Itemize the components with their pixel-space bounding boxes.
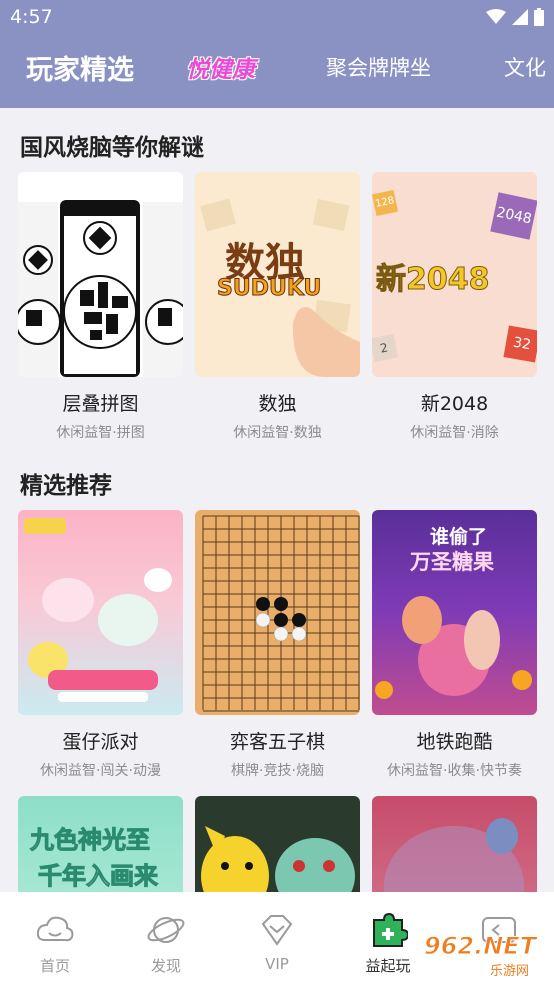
- tab-yue-health-logo[interactable]: 悦健康: [186, 50, 255, 84]
- game-thumbnail: [18, 172, 183, 377]
- app-header: 4:57 玩家精选 悦健康 聚会牌牌坐 文化: [0, 0, 554, 108]
- watermark-subtext: 乐游网: [490, 964, 530, 979]
- game-tags: 休闲益智·数独: [233, 425, 322, 441]
- status-time: 4:57: [10, 6, 53, 28]
- game-card-layer-puzzle[interactable]: 层叠拼图 休闲益智·拼图: [18, 172, 183, 442]
- watermark-text: 962.NET: [423, 932, 537, 961]
- game-tags: 休闲益智·收集·快节奏: [387, 763, 522, 779]
- nav-vip[interactable]: VIP: [222, 892, 332, 984]
- game-tags: 休闲益智·消除: [410, 425, 499, 441]
- wifi-icon: [486, 9, 506, 24]
- game-thumbnail: [18, 510, 183, 715]
- game-name: 弈客五子棋: [229, 731, 325, 753]
- game-card-subway-surfers[interactable]: 谁偷了 万圣糖果 地铁跑酷 休闲益智·收集·快节奏: [372, 510, 537, 780]
- sky-event-title-line-1: 九色神光至: [30, 826, 151, 855]
- status-bar: 4:57: [0, 0, 554, 36]
- sky-event-title-line-2: 千年入画来: [38, 862, 159, 891]
- cloud-home-icon: [36, 916, 74, 942]
- game-name: 数独: [258, 393, 297, 415]
- site-watermark: 962.NET 乐游网: [418, 930, 552, 980]
- game-name: 层叠拼图: [62, 393, 139, 415]
- battery-icon: [534, 8, 544, 26]
- tab-player-picks[interactable]: 玩家精选: [26, 48, 134, 87]
- nav-label: 首页: [39, 957, 70, 975]
- game-tags: 休闲益智·闯关·动漫: [40, 763, 161, 779]
- game-card-gomoku[interactable]: 弈客五子棋 棋牌·竞技·烧脑: [195, 510, 360, 780]
- tile-2048: 2048: [490, 192, 537, 240]
- gomoku-board: [202, 515, 360, 712]
- game-card-eggy-party[interactable]: 蛋仔派对 休闲益智·闯关·动漫: [18, 510, 183, 780]
- sudoku-logo-subtitle: SUDUKU: [216, 276, 322, 302]
- game-card-new-2048[interactable]: 128 2048 新2048 2 32 新2048 休闲益智·消除: [372, 172, 537, 442]
- tab-culture[interactable]: 文化: [504, 52, 546, 82]
- planet-icon: [147, 917, 185, 943]
- nav-label: VIP: [265, 955, 289, 973]
- tab-party-cards[interactable]: 聚会牌牌坐: [326, 52, 431, 82]
- game-thumbnail: 128 2048 新2048 2 32: [372, 172, 537, 377]
- game-card-sudoku[interactable]: 数独 SUDUKU 数独 休闲益智·数独: [195, 172, 360, 442]
- section-title-puzzles: 国风烧脑等你解谜: [20, 135, 204, 161]
- game-name: 新2048: [420, 393, 489, 415]
- nav-label: 发现: [150, 957, 181, 975]
- game-tags: 棋牌·竞技·烧脑: [231, 763, 324, 779]
- status-icons: [486, 8, 544, 26]
- tile-2: 2: [372, 333, 399, 363]
- subway-event-title: 谁偷了: [430, 526, 488, 548]
- game-thumbnail: 谁偷了 万圣糖果: [372, 510, 537, 715]
- signal-icon: [512, 9, 528, 25]
- diamond-icon: [261, 915, 293, 946]
- puzzle-icon: [373, 912, 408, 947]
- game-thumbnail: [195, 510, 360, 715]
- new-2048-logo: 新2048: [376, 262, 490, 298]
- nav-home[interactable]: 首页: [0, 892, 110, 984]
- subway-event-subtitle: 万圣糖果: [410, 550, 494, 574]
- game-tags: 休闲益智·拼图: [56, 425, 145, 441]
- nav-discover[interactable]: 发现: [111, 892, 221, 984]
- game-name: 地铁跑酷: [416, 731, 493, 753]
- category-tabs: 玩家精选 悦健康 聚会牌牌坐 文化: [0, 52, 554, 96]
- section-title-featured: 精选推荐: [20, 473, 112, 499]
- game-name: 蛋仔派对: [62, 731, 139, 753]
- tile-32: 32: [503, 325, 537, 363]
- game-thumbnail: 数独 SUDUKU: [195, 172, 360, 377]
- tile-128: 128: [372, 189, 399, 217]
